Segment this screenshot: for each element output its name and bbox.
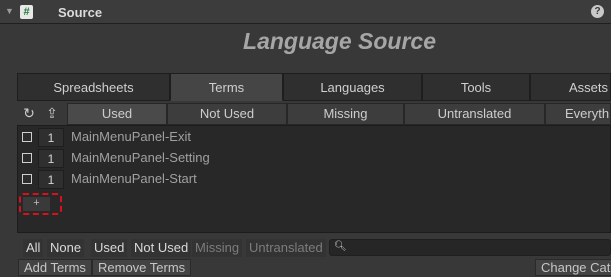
filter-used-button[interactable]: Used: [91, 239, 128, 257]
term-name[interactable]: MainMenuPanel-Exit: [71, 129, 191, 144]
script-icon: #: [20, 5, 33, 19]
term-checkbox[interactable]: [22, 174, 32, 184]
term-checkbox[interactable]: [22, 132, 32, 142]
search-input[interactable]: 🔍︎: [329, 239, 611, 256]
subtab-not-used[interactable]: Not Used: [167, 103, 287, 125]
component-title: Source: [58, 5, 103, 20]
term-name[interactable]: MainMenuPanel-Setting: [71, 150, 210, 165]
tab-spreadsheets[interactable]: Spreadsheets: [17, 73, 170, 101]
remove-terms-button[interactable]: Remove Terms: [92, 259, 192, 276]
tab-languages[interactable]: Languages: [283, 73, 422, 101]
page-title: Language Source: [243, 28, 436, 54]
subtab-used[interactable]: Used: [67, 103, 167, 125]
search-icon: 🔍︎: [334, 241, 347, 252]
collapse-arrow-icon[interactable]: ▼: [5, 6, 14, 16]
term-usage-count: 1: [38, 149, 64, 168]
subtab-missing[interactable]: Missing: [287, 103, 404, 125]
subtab-everything[interactable]: Everythi: [545, 103, 611, 125]
tab-terms[interactable]: Terms: [170, 73, 283, 101]
add-term-button[interactable]: +: [23, 197, 50, 211]
term-usage-count: 1: [38, 128, 64, 147]
tab-assets[interactable]: Assets: [530, 73, 611, 101]
change-category-button[interactable]: Change Cate: [535, 259, 611, 276]
list-item[interactable]: 1 MainMenuPanel-Setting: [18, 148, 608, 169]
term-checkbox[interactable]: [22, 153, 32, 163]
tab-tools[interactable]: Tools: [422, 73, 530, 101]
add-term-highlight: +: [19, 193, 62, 215]
term-name[interactable]: MainMenuPanel-Start: [71, 171, 197, 186]
filter-missing-button[interactable]: Missing: [192, 239, 243, 257]
list-item[interactable]: 1 MainMenuPanel-Start: [18, 169, 608, 190]
help-icon[interactable]: ?: [591, 5, 604, 18]
subtab-untranslated[interactable]: Untranslated: [404, 103, 545, 125]
refresh-icon[interactable]: ↻: [19, 103, 39, 125]
add-terms-button[interactable]: Add Terms: [18, 259, 92, 276]
filter-all-button[interactable]: All: [23, 239, 44, 257]
upload-icon[interactable]: ⇪: [42, 103, 62, 125]
filter-none-button[interactable]: None: [47, 239, 85, 257]
list-item[interactable]: 1 MainMenuPanel-Exit: [18, 127, 608, 148]
filter-not-used-button[interactable]: Not Used: [131, 239, 192, 257]
term-usage-count: 1: [38, 170, 64, 189]
filter-untranslated-button[interactable]: Untranslated: [246, 239, 326, 257]
